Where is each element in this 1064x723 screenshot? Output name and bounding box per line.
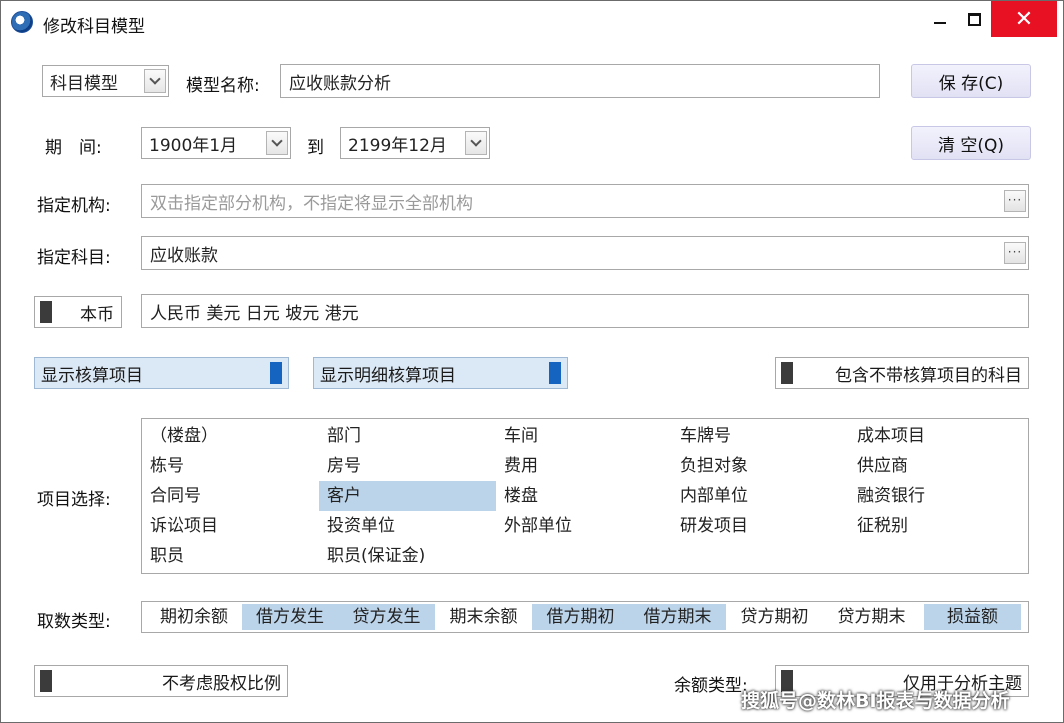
- save-button[interactable]: 保 存(C): [911, 64, 1031, 98]
- period-label: 期 间:: [45, 138, 102, 158]
- item-select-label: 项目选择:: [37, 490, 111, 510]
- period-to-label: 到: [307, 138, 324, 158]
- ellipsis-icon: ···: [1007, 245, 1023, 259]
- toggle-knob: [40, 670, 52, 692]
- subject-value: 应收账款: [150, 245, 218, 266]
- title-bar: 修改科目模型 ✕: [1, 1, 1063, 43]
- model-name-label: 模型名称:: [186, 76, 260, 96]
- list-item[interactable]: 研发项目: [672, 511, 849, 541]
- list-item[interactable]: 征税别: [849, 511, 1025, 541]
- list-item[interactable]: 负担对象: [672, 451, 849, 481]
- watermark: 搜狐号@数林BI报表与数据分析: [741, 690, 1010, 712]
- period-to-select[interactable]: 2199年12月: [340, 127, 490, 159]
- model-type-select[interactable]: 科目模型: [42, 65, 169, 97]
- toggle-knob: [781, 362, 793, 384]
- toggle-knob: [40, 301, 52, 323]
- list-item[interactable]: 车牌号: [672, 421, 849, 451]
- subject-label: 指定科目:: [37, 248, 111, 268]
- fetch-type-option-selected[interactable]: 损益额: [924, 604, 1021, 630]
- list-item[interactable]: 楼盘: [496, 481, 672, 511]
- local-currency-label: 本币: [80, 304, 114, 325]
- clear-button[interactable]: 清 空(Q): [911, 126, 1031, 160]
- list-item[interactable]: 栋号: [142, 451, 318, 481]
- list-item[interactable]: 诉讼项目: [142, 511, 318, 541]
- fetch-type-option[interactable]: 期初余额: [146, 604, 242, 630]
- list-item[interactable]: 部门: [319, 421, 496, 451]
- period-to-dropdown-button[interactable]: [465, 131, 487, 155]
- show-detail-items-toggle[interactable]: 显示明细核算项目: [313, 357, 568, 389]
- org-placeholder: 双击指定部分机构，不指定将显示全部机构: [150, 193, 473, 214]
- maximize-icon: [967, 12, 981, 26]
- org-input[interactable]: 双击指定部分机构，不指定将显示全部机构 ···: [141, 184, 1029, 218]
- subject-browse-button[interactable]: ···: [1004, 242, 1026, 264]
- org-label: 指定机构:: [37, 196, 111, 216]
- minimize-icon: [934, 22, 946, 24]
- list-item[interactable]: 车间: [496, 421, 672, 451]
- subject-input[interactable]: 应收账款 ···: [141, 236, 1029, 270]
- list-item[interactable]: 内部单位: [672, 481, 849, 511]
- period-from-dropdown-button[interactable]: [266, 131, 288, 155]
- show-items-label: 显示核算项目: [41, 365, 143, 386]
- period-from-value: 1900年1月: [149, 135, 238, 156]
- list-item[interactable]: 外部单位: [496, 511, 672, 541]
- list-item[interactable]: 职员: [142, 541, 318, 571]
- maximize-button[interactable]: [959, 1, 989, 37]
- chevron-down-icon: [271, 135, 283, 147]
- list-item[interactable]: （楼盘）: [142, 421, 318, 451]
- fetch-type-option-selected[interactable]: 借方期末: [629, 604, 726, 630]
- include-no-items-label: 包含不带核算项目的科目: [835, 365, 1022, 386]
- ignore-equity-ratio-toggle[interactable]: 不考虑股权比例: [34, 665, 288, 697]
- show-items-toggle[interactable]: 显示核算项目: [34, 357, 289, 389]
- dialog-window: 修改科目模型 ✕ 科目模型 模型名称: 应收账款分析 保 存(C) 期 间: 1…: [0, 0, 1064, 723]
- fetch-type-selector[interactable]: 期初余额 借方发生 贷方发生 期末余额 借方期初 借方期末 贷方期初 贷方期末 …: [141, 601, 1029, 633]
- list-item[interactable]: 房号: [319, 451, 496, 481]
- app-logo-icon: [11, 11, 33, 33]
- currency-input[interactable]: 人民币 美元 日元 坡元 港元: [141, 294, 1029, 328]
- balance-type-label: 余额类型:: [674, 676, 748, 696]
- list-item[interactable]: 费用: [496, 451, 672, 481]
- list-item-selected[interactable]: 客户: [319, 481, 496, 511]
- fetch-type-option[interactable]: 期末余额: [435, 604, 532, 630]
- window-title: 修改科目模型: [43, 17, 145, 37]
- org-browse-button[interactable]: ···: [1004, 190, 1026, 212]
- fetch-type-option-selected[interactable]: 借方期初: [532, 604, 629, 630]
- local-currency-toggle[interactable]: 本币: [34, 296, 122, 328]
- item-select-list[interactable]: （楼盘） 栋号 合同号 诉讼项目 职员 部门 房号 客户 投资单位 职员(保证金…: [141, 418, 1029, 574]
- model-type-value: 科目模型: [50, 73, 118, 94]
- list-item[interactable]: 合同号: [142, 481, 318, 511]
- period-from-select[interactable]: 1900年1月: [141, 127, 291, 159]
- toggle-knob: [549, 362, 561, 384]
- list-item[interactable]: 成本项目: [849, 421, 1025, 451]
- period-to-value: 2199年12月: [348, 135, 447, 156]
- list-item[interactable]: 投资单位: [319, 511, 496, 541]
- show-detail-items-label: 显示明细核算项目: [320, 365, 456, 386]
- fetch-type-label: 取数类型:: [37, 612, 111, 632]
- ignore-equity-ratio-label: 不考虑股权比例: [162, 673, 281, 694]
- fetch-type-option-selected[interactable]: 借方发生: [242, 604, 338, 630]
- model-type-dropdown-button[interactable]: [144, 69, 166, 93]
- close-button[interactable]: ✕: [991, 1, 1057, 37]
- fetch-type-option[interactable]: 贷方期初: [726, 604, 823, 630]
- list-item[interactable]: 融资银行: [849, 481, 1025, 511]
- model-name-input[interactable]: 应收账款分析: [280, 64, 880, 98]
- fetch-type-option-selected[interactable]: 贷方发生: [338, 604, 435, 630]
- list-item[interactable]: 供应商: [849, 451, 1025, 481]
- toggle-knob: [270, 362, 282, 384]
- close-icon: ✕: [1014, 6, 1034, 32]
- chevron-down-icon: [470, 135, 482, 147]
- list-item[interactable]: 职员(保证金): [319, 541, 496, 571]
- minimize-button[interactable]: [925, 1, 955, 37]
- chevron-down-icon: [149, 73, 161, 85]
- fetch-type-option[interactable]: 贷方期末: [823, 604, 920, 630]
- include-no-items-toggle[interactable]: 包含不带核算项目的科目: [775, 357, 1029, 389]
- ellipsis-icon: ···: [1007, 193, 1023, 207]
